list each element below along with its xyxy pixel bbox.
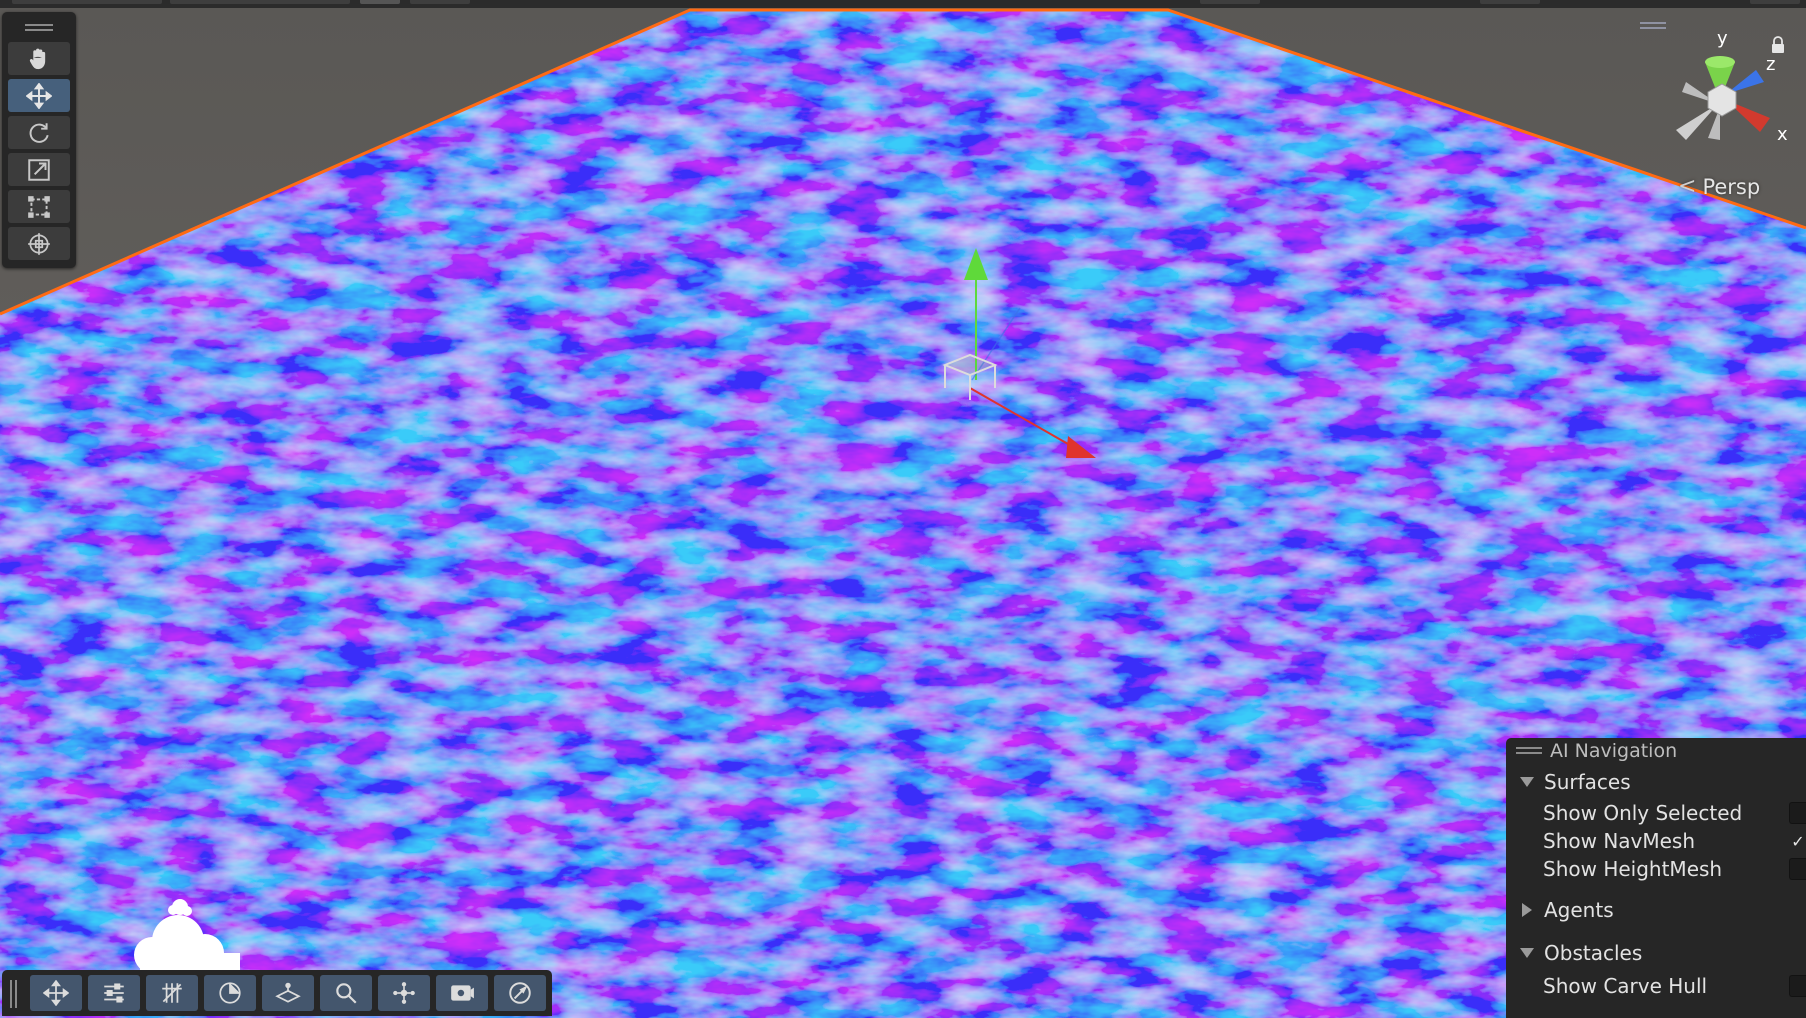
rotate-icon (29, 122, 49, 143)
hand-icon (29, 48, 46, 69)
move-handle-gizmo[interactable] (900, 230, 1120, 470)
rect-transform-icon (28, 195, 50, 218)
orientation-icon (219, 982, 241, 1004)
navmesh-surface-icon (275, 982, 301, 1003)
show-navmesh-checkbox[interactable]: ✓ (1789, 830, 1806, 852)
obstacles-foldout[interactable]: Obstacles (1520, 941, 1642, 965)
lock-icon[interactable] (1770, 36, 1786, 54)
tool-palette (2, 12, 76, 268)
palette-grip-icon[interactable] (25, 24, 53, 32)
option-show-heightmesh[interactable]: Show HeightMesh (1543, 856, 1806, 882)
move-overlay-icon (43, 980, 69, 1006)
chevron-left-icon: < (1678, 174, 1697, 199)
show-carve-hull-checkbox[interactable] (1789, 975, 1806, 997)
agents-foldout[interactable]: Agents (1520, 898, 1614, 922)
scale-icon (28, 158, 50, 181)
ai-navigation-panel: AI Navigation Surfaces Show Only Selecte… (1506, 738, 1806, 1018)
show-only-selected-checkbox[interactable] (1789, 802, 1806, 824)
toolbar-grip-icon[interactable] (10, 980, 20, 1008)
search-icon (336, 983, 357, 1004)
cloud-icon (134, 899, 240, 975)
compass-button[interactable] (494, 975, 546, 1011)
rect-tool-button[interactable] (8, 190, 70, 223)
projection-toggle[interactable]: < Persp (1678, 174, 1760, 199)
move-overlay-button[interactable] (30, 975, 82, 1011)
scene-toolbar-strip (0, 0, 1806, 8)
navmesh-surface-button[interactable] (262, 975, 314, 1011)
obstacles-label: Obstacles (1544, 941, 1643, 965)
foldout-collapsed-icon (1522, 903, 1532, 917)
orientation-button[interactable] (204, 975, 256, 1011)
hand-tool-button[interactable] (8, 42, 70, 75)
option-show-only-selected[interactable]: Show Only Selected (1543, 800, 1806, 826)
tool-settings-icon (104, 983, 124, 1003)
y-axis-arrow (964, 248, 988, 280)
y-axis-label: y (1717, 28, 1728, 49)
camera-icon (451, 985, 474, 1001)
grid-snapping-button[interactable] (146, 975, 198, 1011)
option-label: Show Carve Hull (1543, 974, 1708, 998)
surfaces-label: Surfaces (1544, 770, 1631, 794)
tool-settings-button[interactable] (88, 975, 140, 1011)
option-label: Show NavMesh (1543, 829, 1696, 853)
transform-icon (28, 232, 50, 255)
x-axis-label: x (1777, 124, 1788, 145)
projection-label: Persp (1702, 174, 1761, 199)
rotate-tool-button[interactable] (8, 116, 70, 149)
scale-tool-button[interactable] (8, 153, 70, 186)
move-icon (26, 82, 52, 109)
search-button[interactable] (320, 975, 372, 1011)
move-tool-button[interactable] (8, 79, 70, 112)
check-icon: ✓ (1791, 831, 1805, 851)
option-label: Show Only Selected (1543, 801, 1743, 825)
foldout-expanded-icon (1520, 777, 1534, 787)
compass-icon (509, 982, 531, 1004)
panel-grip-icon[interactable] (1516, 747, 1542, 755)
surfaces-foldout[interactable]: Surfaces (1520, 770, 1631, 794)
panel-title: AI Navigation (1550, 740, 1678, 762)
scene-viewport[interactable]: y z x < Persp AI Navigation Surfaces Sho… (0, 0, 1806, 1018)
z-axis-label: z (1766, 54, 1775, 75)
center-box (942, 353, 998, 400)
x-axis-arrow (1066, 436, 1096, 458)
overlay-toolbar (2, 970, 552, 1016)
transform-tool-button[interactable] (8, 227, 70, 260)
option-show-carve-hull[interactable]: Show Carve Hull (1543, 973, 1806, 999)
option-show-navmesh[interactable]: Show NavMesh ✓ (1543, 828, 1806, 854)
option-label: Show HeightMesh (1543, 857, 1723, 881)
view-options-icon (393, 982, 415, 1004)
view-options-button[interactable] (378, 975, 430, 1011)
camera-button[interactable] (436, 975, 488, 1011)
foldout-expanded-icon (1520, 948, 1534, 958)
agents-label: Agents (1544, 898, 1614, 922)
show-heightmesh-checkbox[interactable] (1789, 858, 1806, 880)
grid-snapping-icon (162, 983, 182, 1003)
